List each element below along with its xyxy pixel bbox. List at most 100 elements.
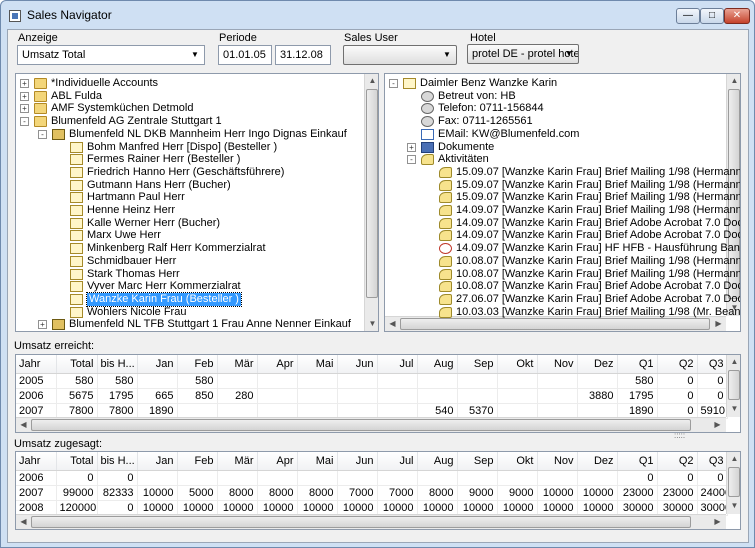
account-tree-scrollbar[interactable]: ▲ ▼	[364, 74, 378, 331]
tree-row[interactable]: 15.09.07 [Wanzke Karin Frau] Brief Maili…	[385, 166, 740, 179]
column-header[interactable]: Jul	[377, 355, 418, 374]
column-header[interactable]: Aug	[417, 452, 458, 471]
tree-item-label[interactable]: Fax: 0711-1265561	[438, 115, 533, 128]
tree-row[interactable]: Hartmann Paul Herr	[16, 191, 356, 204]
umsatz-zugesagt-hscroll[interactable]: ◀ ▶	[16, 514, 726, 529]
column-header[interactable]: Sep	[457, 355, 498, 374]
tree-item-label[interactable]: Schmidbauer Herr	[87, 255, 176, 268]
column-header[interactable]: bis H...	[97, 355, 138, 374]
tree-item-label[interactable]: Kalle Werner Herr (Bucher)	[87, 217, 220, 230]
tree-item-label[interactable]: Minkenberg Ralf Herr Kommerzialrat	[87, 242, 266, 255]
umsatz-erreicht-vscroll[interactable]: ▲ ▼	[726, 355, 740, 417]
tree-row[interactable]: - Blumenfeld NL DKB Mannheim Herr Ingo Di…	[16, 128, 356, 141]
column-header[interactable]: Mai	[297, 452, 338, 471]
scroll-thumb[interactable]	[31, 419, 691, 431]
tree-row[interactable]: 14.09.07 [Wanzke Karin Frau] Brief Adobe…	[385, 217, 740, 230]
column-header[interactable]: Mär	[217, 452, 258, 471]
tree-item-label[interactable]: Blumenfeld NL DKB Mannheim Herr Ingo Dig…	[69, 128, 347, 141]
tree-row[interactable]: 14.09.07 [Wanzke Karin Frau] HF HFB - Ha…	[385, 242, 740, 255]
tree-item-label[interactable]: Wohlers Nicole Frau	[87, 306, 186, 319]
column-header[interactable]: Jun	[337, 355, 378, 374]
tree-row[interactable]: 14.09.07 [Wanzke Karin Frau] Brief Maili…	[385, 204, 740, 217]
umsatz-zugesagt-vscroll[interactable]: ▲ ▼	[726, 452, 740, 514]
tree-item-label[interactable]: Stark Thomas Herr	[87, 268, 180, 281]
umsatz-erreicht-hscroll[interactable]: ◀ ▶	[16, 417, 726, 432]
tree-item-label[interactable]: Marx Uwe Herr	[87, 229, 161, 242]
tree-row[interactable]: Bohm Manfred Herr [Dispo] (Besteller )	[16, 141, 356, 154]
tree-item-label[interactable]: Daimler Benz Wanzke Karin	[420, 77, 557, 90]
scroll-left-icon[interactable]: ◀	[385, 317, 400, 331]
account-tree[interactable]: ▲ ▼ + *Individuelle Accounts + ABL Fulda + AM…	[15, 73, 379, 332]
column-header[interactable]: Okt	[497, 452, 538, 471]
scroll-thumb[interactable]	[400, 318, 710, 330]
table-row[interactable]: 2007 99000 82333 10000 5000 8000 8000 8000 7000 7…	[16, 485, 728, 501]
tree-row[interactable]: 10.08.07 [Wanzke Karin Frau] Brief Adobe…	[385, 280, 740, 293]
splitter-grip[interactable]: :::::	[674, 431, 685, 440]
tree-row[interactable]: 10.03.03 [Wanzke Karin Frau] Brief Maili…	[385, 306, 740, 319]
tree-item-label[interactable]: Fermes Rainer Herr (Besteller )	[87, 153, 240, 166]
tree-item-label[interactable]: Aktivitäten	[438, 153, 489, 166]
tree-row[interactable]: Friedrich Hanno Herr (Geschäftsführere)	[16, 166, 356, 179]
column-header[interactable]: Q1	[617, 452, 658, 471]
column-header[interactable]: Nov	[537, 355, 578, 374]
hotel-select[interactable]: protel DE - protel hotel, I ▼	[467, 44, 579, 64]
scroll-thumb[interactable]	[31, 516, 691, 528]
scroll-down-icon[interactable]: ▼	[365, 317, 378, 331]
table-row[interactable]: 2007 7800 7800 1890 540 5370 1890 0 5910	[16, 403, 728, 419]
title-bar[interactable]: Sales Navigator — □ ✕	[1, 1, 754, 29]
tree-item-label[interactable]: *Individuelle Accounts	[51, 77, 158, 90]
tree-row[interactable]: Betreut von: HB	[385, 90, 725, 103]
collapse-icon[interactable]: -	[407, 155, 416, 165]
column-header[interactable]: Dez	[577, 355, 618, 374]
tree-row[interactable]: - Aktivitäten	[385, 153, 725, 166]
anzeige-select[interactable]: Umsatz Total ▼	[17, 45, 205, 65]
tree-item-label[interactable]: Henne Heinz Herr	[87, 204, 175, 217]
tree-row[interactable]: Stark Thomas Herr	[16, 268, 356, 281]
column-header[interactable]: Q2	[657, 452, 698, 471]
column-header[interactable]: Sep	[457, 452, 498, 471]
scroll-thumb[interactable]	[728, 370, 740, 400]
tree-row[interactable]: Fermes Rainer Herr (Besteller )	[16, 153, 356, 166]
tree-item-label[interactable]: Hartmann Paul Herr	[87, 191, 185, 204]
expand-icon[interactable]: +	[20, 79, 29, 88]
column-header[interactable]: Q2	[657, 355, 698, 374]
column-header[interactable]: Jan	[137, 355, 178, 374]
close-button[interactable]: ✕	[724, 8, 750, 24]
column-header[interactable]: Jan	[137, 452, 178, 471]
tree-row[interactable]: Vyver Marc Herr Kommerzialrat	[16, 280, 356, 293]
tree-item-label[interactable]: EMail: KW@Blumenfeld.com	[438, 128, 579, 141]
scroll-down-icon[interactable]: ▼	[727, 499, 740, 513]
tree-row[interactable]: Wanzke Karin Frau (Besteller )	[16, 291, 356, 307]
column-header[interactable]: Q3	[697, 355, 728, 374]
column-header[interactable]: Apr	[257, 355, 298, 374]
column-header[interactable]: Jahr	[16, 452, 57, 471]
scroll-down-icon[interactable]: ▼	[727, 402, 740, 416]
tree-item-label[interactable]: 14.09.07 [Wanzke Karin Frau] Brief Adobe…	[456, 229, 740, 242]
tree-row[interactable]: Henne Heinz Herr	[16, 204, 356, 217]
tree-row[interactable]: + AMF Systemküchen Detmold	[16, 102, 356, 115]
tree-item-label[interactable]: Blumenfeld AG Zentrale Stuttgart 1	[51, 115, 222, 128]
tree-row[interactable]: EMail: KW@Blumenfeld.com	[385, 128, 725, 141]
column-header[interactable]: Dez	[577, 452, 618, 471]
column-header[interactable]: bis H...	[97, 452, 138, 471]
column-header[interactable]: Okt	[497, 355, 538, 374]
periode-to-input[interactable]: 31.12.08	[275, 45, 331, 65]
tree-item-label[interactable]: 15.09.07 [Wanzke Karin Frau] Brief Maili…	[456, 179, 740, 192]
tree-item-label[interactable]: Bohm Manfred Herr [Dispo] (Besteller )	[87, 141, 277, 154]
tree-row[interactable]: Fax: 0711-1265561	[385, 115, 725, 128]
table-row[interactable]: 2005 580 580 580 580 0 0	[16, 373, 728, 389]
expand-icon[interactable]: +	[20, 91, 29, 101]
tree-row[interactable]: - Daimler Benz Wanzke Karin	[385, 77, 725, 90]
tree-item-label[interactable]: 27.06.07 [Wanzke Karin Frau] Brief Adobe…	[456, 293, 740, 306]
tree-item-label[interactable]: Dokumente	[438, 141, 494, 154]
column-header[interactable]: Total	[56, 355, 98, 374]
tree-row[interactable]: + Dokumente	[385, 141, 725, 154]
column-header[interactable]: Feb	[177, 355, 218, 374]
tree-row[interactable]: Wohlers Nicole Frau	[16, 306, 356, 319]
tree-row[interactable]: Marx Uwe Herr	[16, 229, 356, 242]
scroll-right-icon[interactable]: ▶	[710, 418, 725, 432]
tree-item-label[interactable]: Vyver Marc Herr Kommerzialrat	[87, 280, 241, 293]
scroll-thumb[interactable]	[728, 467, 740, 497]
column-header[interactable]: Mär	[217, 355, 258, 374]
tree-row[interactable]: 15.09.07 [Wanzke Karin Frau] Brief Maili…	[385, 179, 740, 192]
